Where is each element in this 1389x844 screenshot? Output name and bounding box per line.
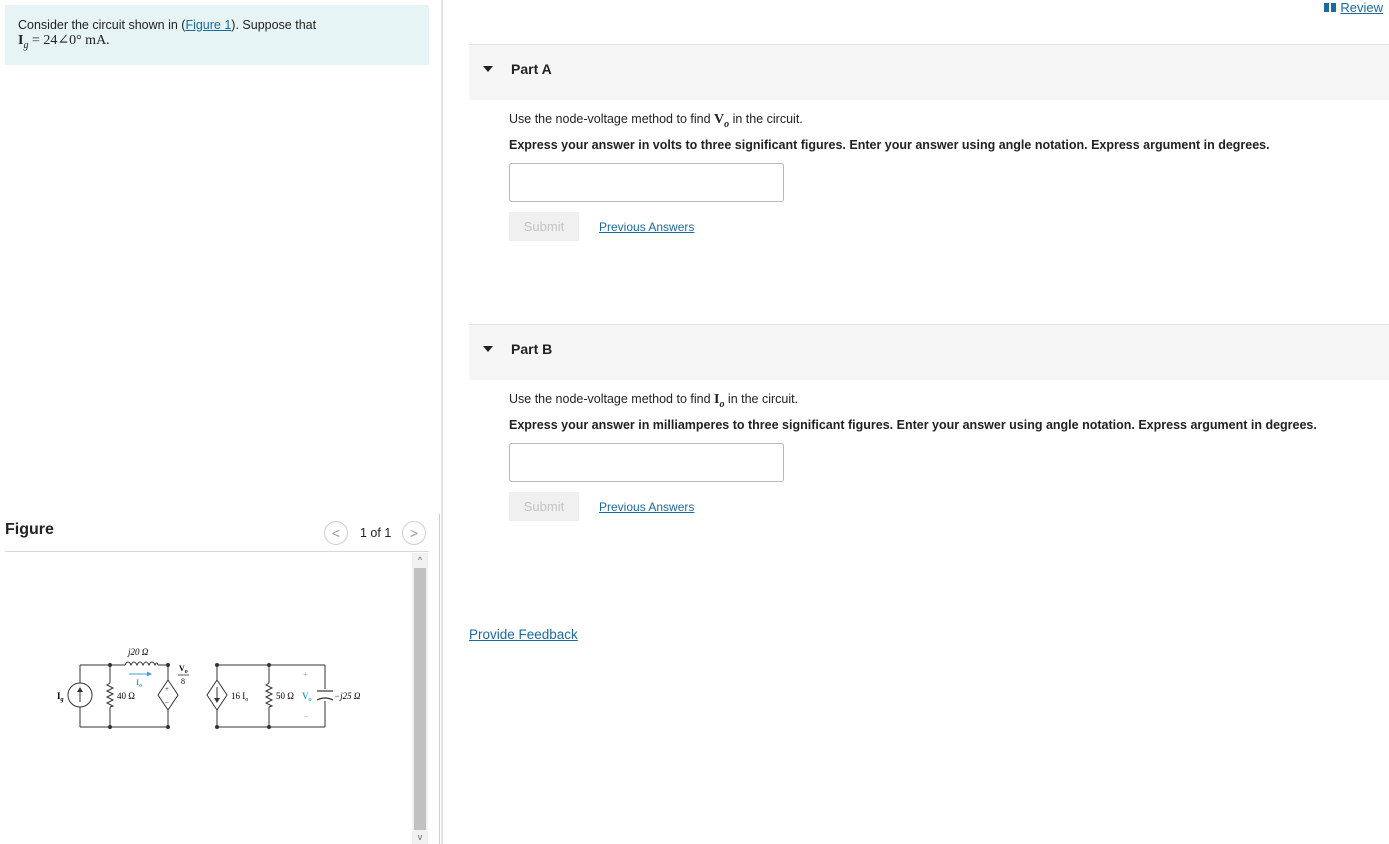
figure-scrollbar[interactable]: ^ v — [412, 553, 428, 844]
figure-title: Figure — [5, 521, 54, 538]
figure-view: Ig 40 Ω j20 Ω Io + − Vo 8 16 Io 50 Ω Vo … — [5, 553, 429, 844]
current-value: = 24∠0° mA. — [28, 33, 110, 48]
vo-plus: + — [303, 670, 308, 679]
next-figure-button[interactable]: > — [402, 521, 426, 545]
part-b-express: Express your answer in milliamperes to t… — [509, 418, 1317, 432]
pane-resize-handle[interactable] — [439, 514, 445, 844]
left-pane: Consider the circuit shown in (Figure 1)… — [0, 0, 442, 844]
part-a-submit-button[interactable]: Submit — [509, 212, 579, 241]
r50-label: 50 Ω — [276, 691, 294, 701]
node-dot — [166, 725, 170, 729]
dep-v-plus: + — [165, 685, 169, 693]
node-dot — [215, 725, 219, 729]
caret-down-icon[interactable] — [483, 346, 493, 352]
part-b-actions: Submit Previous Answers — [509, 492, 1369, 521]
node-dot — [267, 725, 271, 729]
cap-label: −j25 Ω — [334, 691, 361, 701]
book-icon — [1324, 3, 1337, 12]
resistor-50-symbol — [264, 682, 274, 708]
vo-over-8-num: Vo — [179, 664, 188, 675]
part-a-instr-after: in the circuit. — [729, 112, 803, 126]
caret-down-icon[interactable] — [483, 66, 493, 72]
scroll-up-arrow-icon[interactable]: ^ — [412, 553, 428, 567]
part-a-header[interactable]: Part A — [469, 44, 1389, 100]
review-label: Review — [1340, 0, 1383, 15]
dep-source-label: 16 Io — [231, 691, 248, 703]
l20-label: j20 Ω — [127, 647, 149, 657]
part-a-instruction: Use the node-voltage method to find Vo i… — [509, 109, 1369, 130]
part-b-title: Part B — [511, 341, 553, 357]
part-a-body: Use the node-voltage method to find Vo i… — [509, 109, 1369, 241]
arrow-right-icon — [147, 671, 152, 677]
inductor-symbol — [124, 661, 159, 667]
node-dot — [108, 725, 112, 729]
resistor-40-symbol — [105, 682, 115, 708]
figure-pager: 1 of 1 — [360, 526, 392, 540]
part-b-instruction: Use the node-voltage method to find Io i… — [509, 389, 1369, 410]
vo-label: Vo — [302, 691, 312, 703]
dep-v-minus: − — [165, 699, 169, 707]
node-dot — [267, 663, 271, 667]
problem-given-current: Ig = 24∠0° mA. — [18, 33, 416, 54]
review-link[interactable]: Review — [1324, 0, 1383, 15]
source-label: Ig — [57, 691, 64, 703]
problem-text-before: Consider the circuit shown in ( — [18, 18, 186, 32]
chevron-right-icon: > — [409, 525, 419, 541]
capacitor-plate-bottom — [316, 697, 334, 701]
circuit-diagram: Ig 40 Ω j20 Ω Io + − Vo 8 16 Io 50 Ω Vo … — [57, 647, 361, 729]
part-b-answer-input[interactable] — [509, 443, 784, 482]
scroll-thumb[interactable] — [414, 568, 426, 830]
node-dot — [108, 663, 112, 667]
chevron-left-icon: < — [331, 525, 341, 541]
part-a-previous-answers-link[interactable]: Previous Answers — [599, 220, 694, 234]
part-b-previous-answers-link[interactable]: Previous Answers — [599, 500, 694, 514]
part-a-instr-symbol: Vo — [714, 112, 730, 130]
provide-feedback-link[interactable]: Provide Feedback — [469, 627, 578, 642]
part-b-header[interactable]: Part B — [469, 324, 1389, 380]
problem-text-after: ). Suppose that — [231, 18, 317, 32]
node-dot — [166, 663, 170, 667]
part-a-actions: Submit Previous Answers — [509, 212, 1369, 241]
vo-over-8-den: 8 — [181, 677, 185, 686]
problem-line-1: Consider the circuit shown in (Figure 1)… — [18, 17, 416, 33]
io-label: Io — [136, 678, 142, 689]
r40-label: 40 Ω — [117, 691, 135, 701]
vo-minus: − — [304, 712, 309, 721]
figure-1-link[interactable]: Figure 1 — [185, 18, 231, 32]
part-a-express: Express your answer in volts to three si… — [509, 138, 1270, 152]
part-b-instr-symbol: Io — [714, 392, 725, 410]
part-b-instr-after: in the circuit. — [724, 392, 799, 406]
scroll-down-arrow-icon[interactable]: v — [412, 830, 428, 844]
problem-statement: Consider the circuit shown in (Figure 1)… — [5, 5, 429, 65]
part-a-instr-before: Use the node-voltage method to find — [509, 112, 714, 126]
part-a-answer-input[interactable] — [509, 163, 784, 202]
prev-figure-button[interactable]: < — [324, 521, 348, 545]
part-a-title: Part A — [511, 61, 552, 77]
part-b-body: Use the node-voltage method to find Io i… — [509, 389, 1369, 521]
node-dot — [215, 663, 219, 667]
figure-header: Figure < 1 of 1 > — [5, 516, 429, 552]
part-b-submit-button[interactable]: Submit — [509, 492, 579, 521]
part-b-instr-before: Use the node-voltage method to find — [509, 392, 714, 406]
